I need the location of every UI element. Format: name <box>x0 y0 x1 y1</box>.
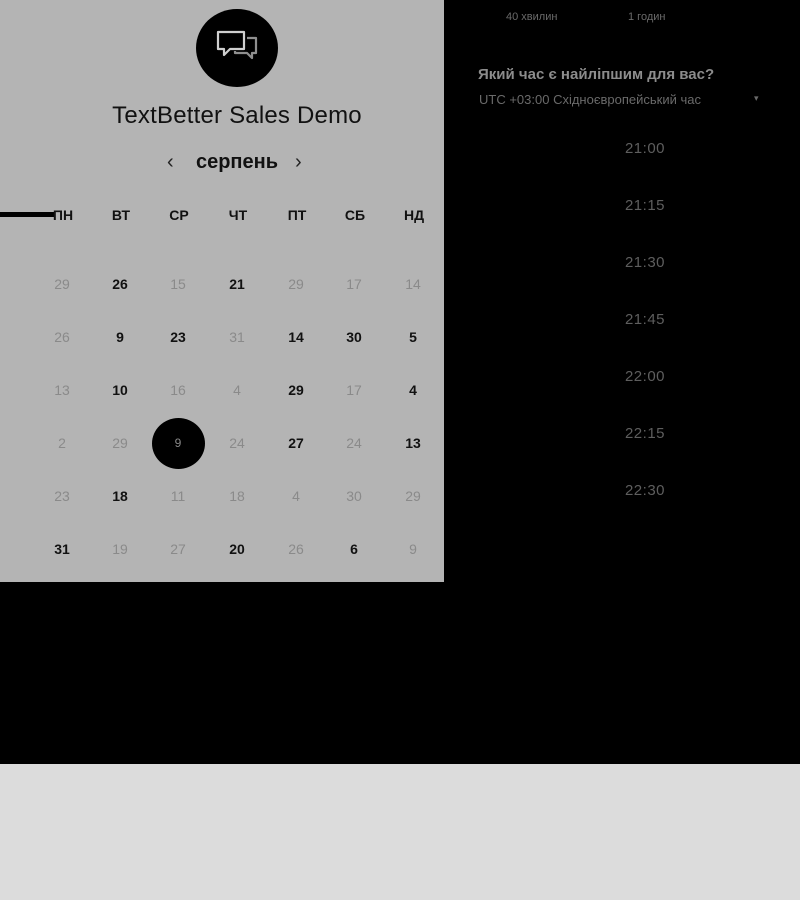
calendar-day[interactable]: 13 <box>393 433 433 453</box>
calendar-day: 2 <box>58 435 66 451</box>
calendar-day: 29 <box>288 276 304 292</box>
weekday-label: ПТ <box>287 207 307 223</box>
page-footer-area <box>0 764 800 900</box>
chevron-down-icon[interactable]: ▾ <box>754 93 759 104</box>
calendar-day: 11 <box>170 488 186 504</box>
time-slot[interactable]: 22:00 <box>580 368 710 385</box>
next-month-button[interactable]: › <box>295 148 302 176</box>
calendar-day: 4 <box>233 382 241 398</box>
calendar-day[interactable]: 4 <box>393 380 433 400</box>
calendar-day: 13 <box>54 382 70 398</box>
calendar-day[interactable]: 6 <box>334 539 374 559</box>
calendar-day: 29 <box>54 276 70 292</box>
timezone-select[interactable]: UTC +03:00 Східноєвропейський час <box>479 92 701 107</box>
calendar-day: 17 <box>346 382 362 398</box>
time-slot[interactable]: 21:45 <box>580 311 710 328</box>
calendar-day[interactable]: 26 <box>100 274 140 294</box>
selected-day[interactable]: 9 <box>158 433 198 453</box>
weekday-label: СБ <box>344 207 366 223</box>
calendar-day: 29 <box>405 488 421 504</box>
prev-month-button[interactable]: ‹ <box>167 148 174 176</box>
calendar-day: 23 <box>54 488 70 504</box>
weekday-label: ЧТ <box>228 207 248 223</box>
weekday-label: СР <box>169 207 189 223</box>
calendar-day[interactable]: 29 <box>276 380 316 400</box>
calendar-day[interactable]: 20 <box>217 539 257 559</box>
calendar-day: 9 <box>409 541 417 557</box>
calendar-panel: TextBetter Sales Demo ‹ серпень › ПН ВТ СР… <box>0 0 444 582</box>
calendar-day[interactable]: 21 <box>217 274 257 294</box>
duration-option-60[interactable]: 1 годин <box>628 11 665 23</box>
calendar-day: 27 <box>170 541 186 557</box>
calendar-day[interactable]: 30 <box>334 327 374 347</box>
calendar-day[interactable]: 27 <box>276 433 316 453</box>
time-question: Який час є найліпшим для вас? <box>478 66 715 83</box>
duration-option-40[interactable]: 40 хвилин <box>506 11 557 23</box>
time-slot[interactable]: 21:15 <box>580 197 710 214</box>
chat-bubbles-icon <box>216 30 258 60</box>
calendar-day[interactable]: 18 <box>100 486 140 506</box>
calendar-day[interactable]: 10 <box>100 380 140 400</box>
calendar-day: 16 <box>170 382 186 398</box>
calendar-day: 31 <box>229 329 245 345</box>
calendar-day[interactable]: 23 <box>158 327 198 347</box>
calendar-day: 19 <box>112 541 128 557</box>
calendar-day: 4 <box>292 488 300 504</box>
month-label: серпень <box>195 151 279 173</box>
calendar-day: 14 <box>405 276 421 292</box>
calendar-day[interactable]: 9 <box>100 327 140 347</box>
weekday-label: НД <box>403 207 425 223</box>
weekday-label: ПН <box>52 207 74 223</box>
logo <box>196 9 278 87</box>
calendar-day[interactable]: 31 <box>42 539 82 559</box>
time-slot[interactable]: 21:00 <box>580 140 710 157</box>
weekday-label: ВТ <box>111 207 131 223</box>
calendar-day[interactable]: 14 <box>276 327 316 347</box>
calendar-day: 15 <box>170 276 186 292</box>
calendar-day: 26 <box>54 329 70 345</box>
calendar-day: 26 <box>288 541 304 557</box>
calendar-day: 18 <box>229 488 245 504</box>
page-title: TextBetter Sales Demo <box>112 102 362 129</box>
time-slot[interactable]: 22:15 <box>580 425 710 442</box>
month-navigation: ‹ серпень › <box>0 148 474 176</box>
calendar-day: 29 <box>112 435 128 451</box>
calendar-day: 30 <box>346 488 362 504</box>
calendar-day: 17 <box>346 276 362 292</box>
time-slot[interactable]: 21:30 <box>580 254 710 271</box>
calendar-day: 24 <box>229 435 245 451</box>
calendar-day: 24 <box>346 435 362 451</box>
time-slot[interactable]: 22:30 <box>580 482 710 499</box>
calendar-day[interactable]: 5 <box>393 327 433 347</box>
